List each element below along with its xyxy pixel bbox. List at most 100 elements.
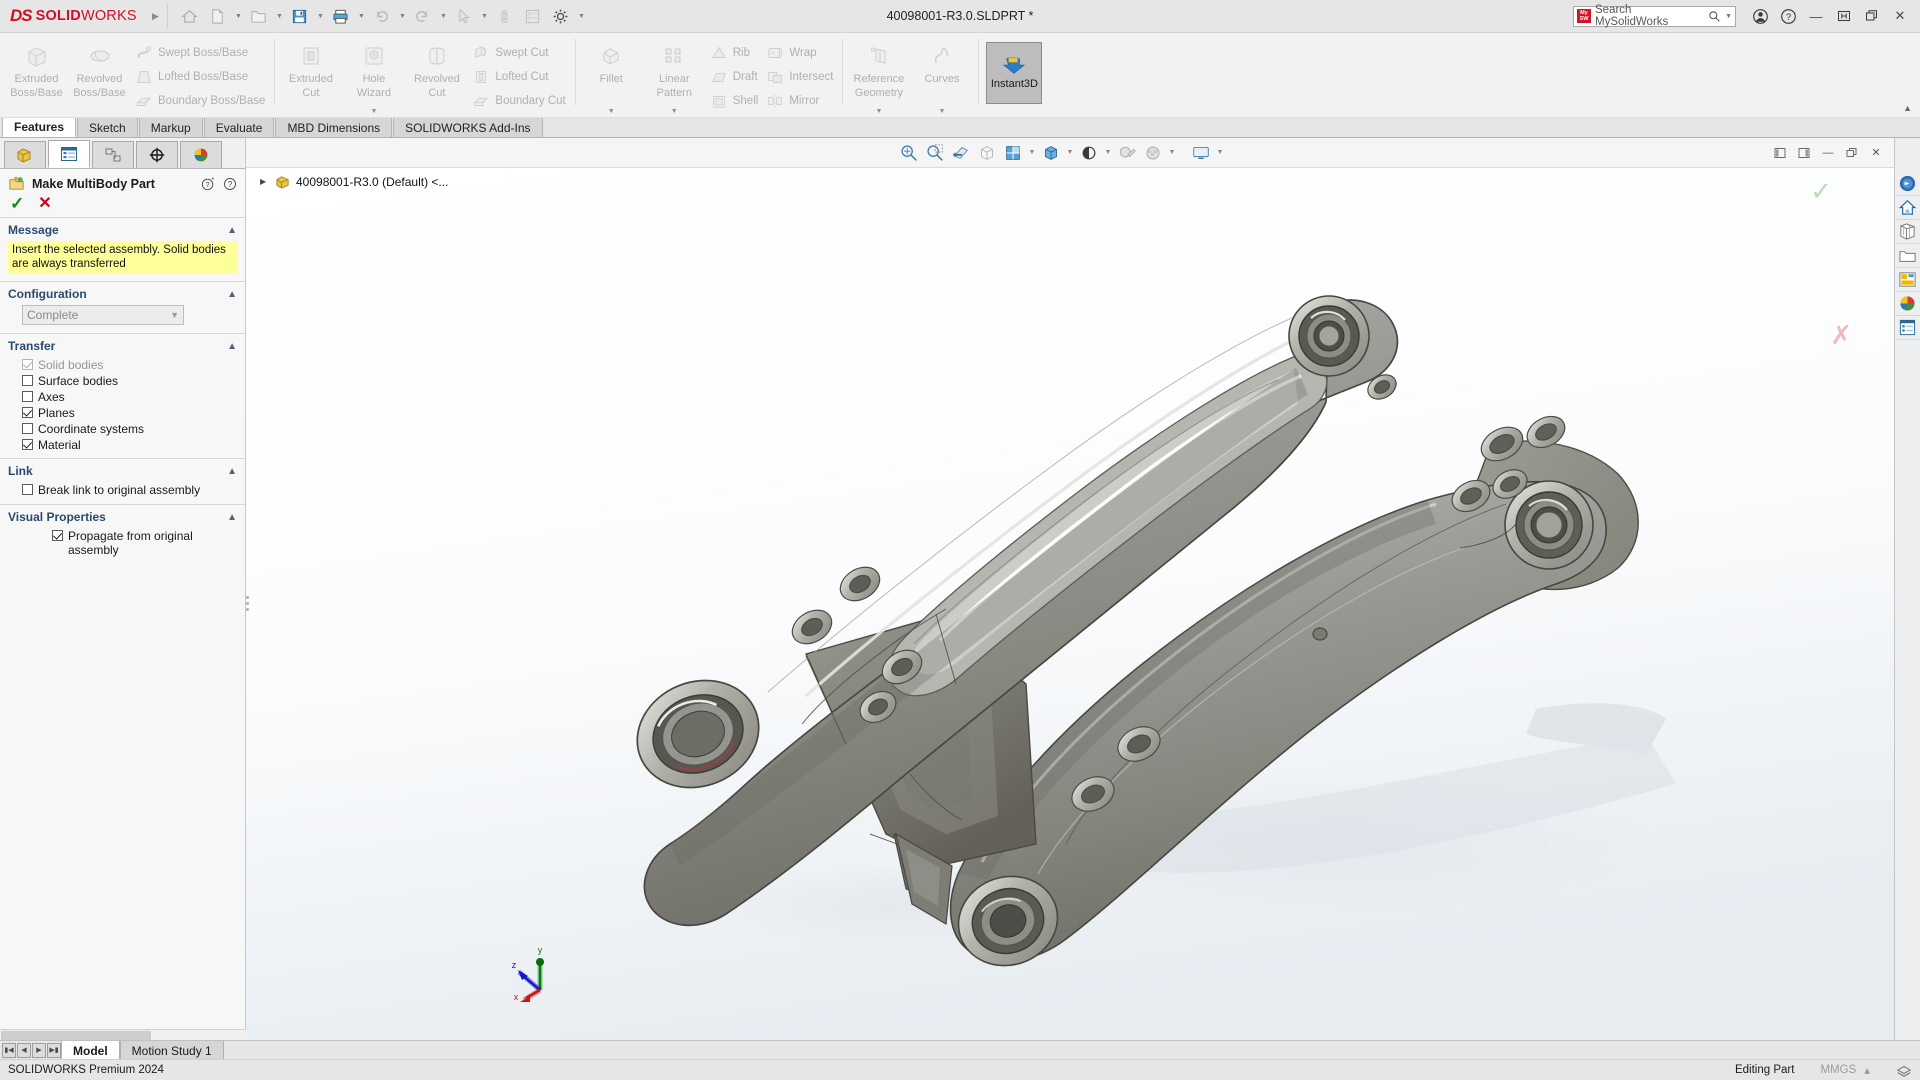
checkbox-planes[interactable]: Planes [8,405,237,421]
open-dropdown-icon[interactable]: ▼ [273,3,286,29]
view-settings-dropdown-icon[interactable]: ▼ [1214,140,1226,166]
display-style-icon[interactable] [1000,140,1026,166]
solidworks-logo[interactable]: DS SOLIDWORKS [0,6,140,26]
lofted-boss-base-button[interactable]: Lofted Boss/Base [131,65,269,89]
revolved-cut-button[interactable]: Revolved Cut [405,37,468,99]
hole-wizard-button[interactable]: Hole Wizard [342,37,405,99]
fillet-button[interactable]: Fillet [580,37,643,85]
options-gear-icon[interactable] [547,3,575,29]
reference-geometry-dropdown-icon[interactable]: ▼ [875,106,882,115]
minimize-button[interactable]: — [1816,141,1840,165]
undo-dropdown-icon[interactable]: ▼ [396,3,409,29]
swingarm-model-render[interactable] [246,168,1894,1040]
mirror-button[interactable]: Mirror [762,89,837,113]
checkbox-propagate-from-original[interactable]: Propagate from original assembly [8,528,237,558]
instant3d-button[interactable]: Instant3D [986,42,1043,104]
panel-horizontal-scrollbar[interactable] [0,1029,246,1040]
checkbox-box[interactable] [22,407,33,418]
hide-show-items-icon[interactable] [1038,140,1064,166]
chevron-up-icon[interactable]: ▲ [227,466,237,477]
file-explorer-icon[interactable] [1895,220,1920,244]
revolved-boss-base-button[interactable]: Revolved Boss/Base [68,37,131,99]
feature-tree-root[interactable]: ▶ 40098001-R3.0 (Default) <... [246,168,448,189]
view-palette-icon[interactable] [1895,244,1920,268]
chevron-down-icon[interactable]: ▼ [170,310,179,320]
file-properties-icon[interactable] [519,3,547,29]
search-dropdown-icon[interactable]: ▼ [1725,13,1732,20]
undo-icon[interactable] [368,3,396,29]
section-visual-properties-header[interactable]: Visual Properties ▲ [0,505,245,528]
select-dropdown-icon[interactable]: ▼ [478,3,491,29]
minimize-button[interactable]: — [1802,3,1830,29]
view-scene-sphere-icon[interactable] [1140,140,1166,166]
edit-appearance-icon[interactable] [1076,140,1102,166]
feature-manager-tab[interactable] [4,141,46,168]
boundary-cut-button[interactable]: Boundary Cut [468,89,569,113]
menu-expand-arrow-icon[interactable]: ▶ [152,11,159,22]
checkbox-box[interactable] [22,391,33,402]
confirm-corner-accept-icon[interactable]: ✓ [1810,176,1832,207]
apply-scene-icon[interactable] [1114,140,1140,166]
hide-show-dropdown-icon[interactable]: ▼ [1064,140,1076,166]
save-icon[interactable] [286,3,314,29]
new-document-dropdown-icon[interactable]: ▼ [232,3,245,29]
section-configuration-header[interactable]: Configuration ▲ [0,282,245,305]
chevron-up-icon[interactable]: ▲ [227,225,237,236]
swept-boss-base-button[interactable]: Swept Boss/Base [131,41,269,65]
tab-solidworks-add-ins[interactable]: SOLIDWORKS Add-Ins [393,117,543,137]
checkbox-material[interactable]: Material [8,437,237,453]
redo-dropdown-icon[interactable]: ▼ [437,3,450,29]
checkbox-box[interactable] [22,439,33,450]
overlay-layers-icon[interactable] [1896,1062,1912,1078]
boundary-boss-base-button[interactable]: Boundary Boss/Base [131,89,269,113]
rebuild-icon[interactable] [491,3,519,29]
new-document-icon[interactable] [204,3,232,29]
last-tab-button[interactable]: ▶▮ [47,1042,61,1058]
dock-right-button[interactable] [1792,141,1816,165]
shell-button[interactable]: Shell [706,89,763,113]
linear-pattern-button[interactable]: Linear Pattern [643,37,706,99]
search-icon[interactable] [1708,10,1721,23]
curves-dropdown-icon[interactable]: ▼ [938,106,945,115]
accept-button[interactable]: ✓ [10,195,24,212]
solidworks-resources-icon[interactable] [1895,172,1920,196]
tab-features[interactable]: Features [2,117,77,137]
checkbox-box[interactable] [22,359,33,370]
section-transfer-header[interactable]: Transfer ▲ [0,334,245,357]
bottom-tab-model[interactable]: Model [61,1041,120,1060]
curves-button[interactable]: Curves [910,37,973,85]
section-message-header[interactable]: Message ▲ [0,218,245,241]
appearances-scenes-icon[interactable] [1895,268,1920,292]
configuration-manager-tab[interactable] [92,141,134,168]
chevron-up-icon[interactable]: ▲ [227,512,237,523]
ribbon-collapse-icon[interactable]: ▲ [1903,103,1912,113]
section-view-icon[interactable] [948,140,974,166]
linear-pattern-dropdown-icon[interactable]: ▼ [671,106,678,115]
cancel-button[interactable]: ✕ [38,196,51,212]
help-icon[interactable]: ? [223,177,237,191]
options-dropdown-icon[interactable]: ▼ [575,3,588,29]
graphics-viewport[interactable]: ▼ ▼ ▼ ▼ ▼ — ✕ ▶ 40098001-R3.0 (Default) … [246,138,1894,1040]
chevron-up-icon[interactable]: ▲ [227,341,237,352]
rib-button[interactable]: Rib [706,41,763,65]
dock-left-button[interactable] [1768,141,1792,165]
apply-scene-dropdown-icon[interactable]: ▼ [1166,140,1178,166]
print-dropdown-icon[interactable]: ▼ [355,3,368,29]
design-library-list-icon[interactable] [1895,316,1920,340]
checkbox-break-link[interactable]: Break link to original assembly [8,482,237,498]
tree-expand-arrow-icon[interactable]: ▶ [260,177,269,186]
home-icon[interactable] [176,3,204,29]
property-manager-tab[interactable] [48,140,90,168]
tab-mbd-dimensions[interactable]: MBD Dimensions [275,117,393,137]
save-dropdown-icon[interactable]: ▼ [314,3,327,29]
select-cursor-icon[interactable] [450,3,478,29]
checkbox-coordinate-systems[interactable]: Coordinate systems [8,421,237,437]
tab-sketch[interactable]: Sketch [77,117,138,137]
intersect-button[interactable]: Intersect [762,65,837,89]
help-icon[interactable]: ? [1774,3,1802,29]
section-link-header[interactable]: Link ▲ [0,459,245,482]
view-orientation-icon[interactable] [974,140,1000,166]
view-settings-icon[interactable] [1188,140,1214,166]
checkbox-box[interactable] [52,530,63,541]
extruded-cut-button[interactable]: Extruded Cut [279,37,342,99]
